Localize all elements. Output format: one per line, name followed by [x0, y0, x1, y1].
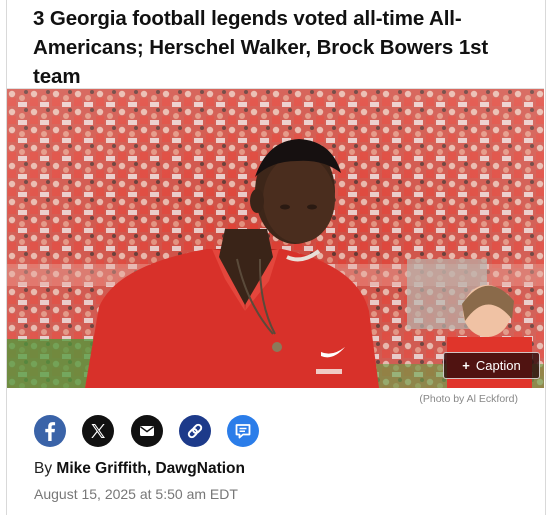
- facebook-icon: [34, 415, 66, 447]
- comments-button[interactable]: [227, 415, 259, 447]
- byline: By Mike Griffith, DawgNation: [34, 460, 245, 478]
- x-icon: [82, 415, 114, 447]
- plus-icon: +: [462, 358, 470, 373]
- caption-button[interactable]: + Caption: [443, 352, 540, 379]
- caption-button-label: Caption: [475, 358, 521, 373]
- x-share-button[interactable]: [82, 415, 114, 447]
- right-border: [545, 0, 546, 515]
- author-link[interactable]: Mike Griffith, DawgNation: [56, 460, 245, 477]
- article-headline: 3 Georgia football legends voted all-tim…: [33, 7, 489, 88]
- photo-credit: (Photo by Al Eckford): [419, 393, 518, 405]
- comment-icon: [227, 415, 259, 447]
- link-icon: [179, 415, 211, 447]
- facebook-share-button[interactable]: [34, 415, 66, 447]
- email-share-button[interactable]: [131, 415, 163, 447]
- photo-illustration: [7, 89, 544, 388]
- copy-link-button[interactable]: [179, 415, 211, 447]
- byline-prefix: By: [34, 460, 53, 477]
- article-photo[interactable]: [7, 89, 544, 388]
- email-icon: [131, 415, 163, 447]
- publish-date: August 15, 2025 at 5:50 am EDT: [34, 486, 238, 502]
